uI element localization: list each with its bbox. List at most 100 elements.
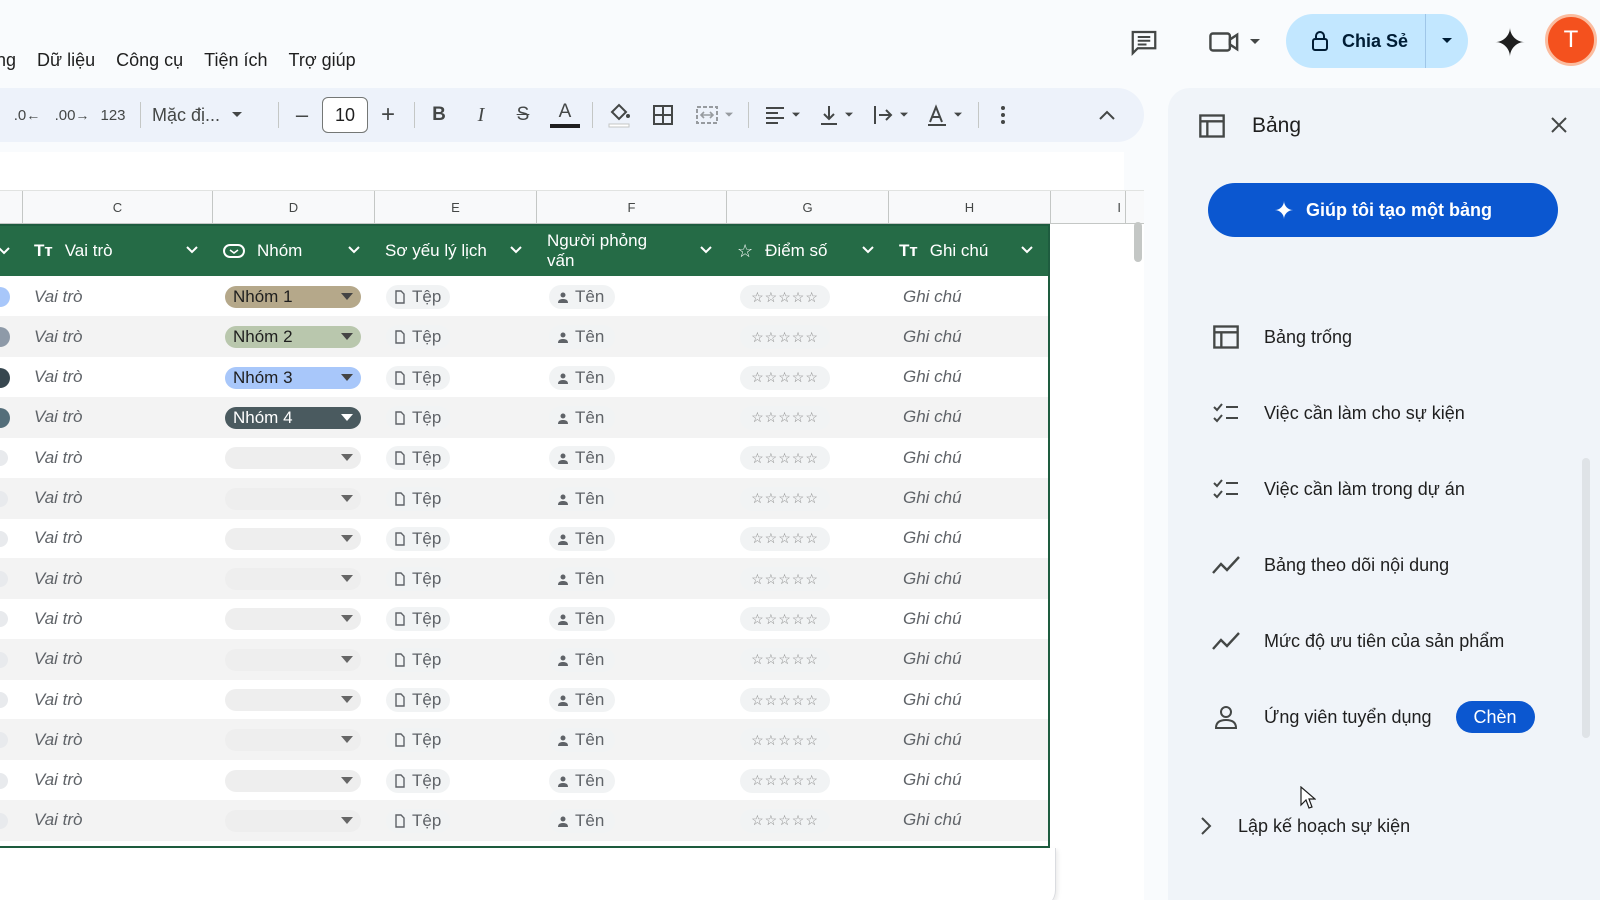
note-cell[interactable]: Ghi chú (903, 478, 962, 519)
group-dropdown[interactable]: Nhóm 1 (225, 286, 361, 308)
close-icon[interactable] (1548, 114, 1570, 141)
column-header-g[interactable]: G (727, 191, 889, 224)
star-rating[interactable]: ☆☆☆☆☆ (740, 446, 830, 471)
column-header-f[interactable]: F (537, 191, 727, 224)
star-rating[interactable]: ☆☆☆☆☆ (740, 567, 830, 592)
table-row[interactable]: Vai trò Nhóm 1 Tệp Tên ☆☆☆☆☆ Ghi chú (0, 276, 1048, 317)
template-project-todo[interactable]: Việc cần làm trong dự án (1208, 469, 1465, 509)
note-cell[interactable]: Ghi chú (903, 598, 962, 639)
vertical-align-icon[interactable] (814, 88, 860, 142)
table-header-group[interactable]: Nhóm (223, 226, 375, 276)
table-header-score[interactable]: ☆ Điểm số (737, 226, 889, 276)
panel-scrollbar[interactable] (1582, 458, 1590, 738)
note-cell[interactable]: Ghi chú (903, 316, 962, 357)
table-row[interactable]: Vai trò Tệp Tên ☆☆☆☆☆ Ghi chú (0, 437, 1048, 478)
vertical-scrollbar[interactable] (1134, 222, 1142, 262)
table-row[interactable]: Vai trò Tệp Tên ☆☆☆☆☆ Ghi chú (0, 558, 1048, 600)
font-family-select[interactable]: Mặc đị... (152, 88, 264, 142)
file-chip[interactable]: Tệp (386, 607, 450, 632)
note-cell[interactable]: Ghi chú (903, 760, 962, 801)
role-cell[interactable]: Vai trò (34, 397, 83, 438)
merge-cells-icon[interactable] (690, 88, 740, 142)
role-cell[interactable]: Vai trò (34, 598, 83, 639)
note-cell[interactable]: Ghi chú (903, 276, 962, 317)
menu-item-data[interactable]: Dữ liệu (37, 50, 95, 71)
column-header-partial[interactable] (0, 191, 23, 224)
column-header-d[interactable]: D (213, 191, 375, 224)
table-row[interactable]: Vai trò Tệp Tên ☆☆☆☆☆ Ghi chú (0, 518, 1048, 559)
help-me-create-table-button[interactable]: Giúp tôi tạo một bảng (1208, 183, 1558, 237)
person-chip[interactable]: Tên (549, 405, 615, 430)
avatar[interactable]: T (1545, 14, 1597, 66)
file-chip[interactable]: Tệp (386, 446, 450, 471)
role-cell[interactable]: Vai trò (34, 639, 83, 680)
text-rotation-icon[interactable] (922, 88, 968, 142)
collapse-toolbar-icon[interactable] (1092, 88, 1122, 142)
role-cell[interactable]: Vai trò (34, 719, 83, 760)
number-format-button[interactable]: 123 (96, 88, 130, 142)
template-content-tracker[interactable]: Bảng theo dõi nội dung (1208, 545, 1449, 585)
role-cell[interactable]: Vai trò (34, 558, 83, 599)
person-chip[interactable]: Tên (549, 728, 615, 753)
star-rating[interactable]: ☆☆☆☆☆ (740, 647, 830, 672)
file-chip[interactable]: Tệp (386, 728, 450, 753)
note-cell[interactable]: Ghi chú (903, 437, 962, 478)
person-chip[interactable]: Tên (549, 647, 615, 672)
group-dropdown[interactable] (225, 568, 361, 591)
table-row[interactable]: Vai trò Tệp Tên ☆☆☆☆☆ Ghi chú (0, 598, 1048, 639)
note-cell[interactable]: Ghi chú (903, 639, 962, 680)
star-rating[interactable]: ☆☆☆☆☆ (740, 688, 830, 712)
person-chip[interactable]: Tên (549, 567, 615, 592)
role-cell[interactable]: Vai trò (34, 316, 83, 357)
note-cell[interactable]: Ghi chú (903, 397, 962, 438)
more-options-icon[interactable] (990, 88, 1016, 142)
group-dropdown[interactable] (225, 769, 361, 792)
file-chip[interactable]: Tệp (386, 365, 450, 390)
decrease-decimal-button[interactable]: .0 ← (10, 88, 44, 142)
group-dropdown[interactable] (225, 648, 361, 671)
note-cell[interactable]: Ghi chú (903, 518, 962, 559)
file-chip[interactable]: Tệp (386, 325, 450, 350)
file-chip[interactable]: Tệp (386, 647, 450, 672)
formula-bar[interactable] (0, 152, 1124, 190)
person-chip[interactable]: Tên (549, 446, 615, 471)
borders-icon[interactable] (646, 88, 680, 142)
table-row[interactable]: Vai trò Tệp Tên ☆☆☆☆☆ Ghi chú (0, 679, 1048, 720)
group-dropdown[interactable]: Nhóm 4 (225, 406, 361, 429)
file-chip[interactable]: Tệp (386, 285, 450, 309)
star-rating[interactable]: ☆☆☆☆☆ (740, 768, 830, 793)
role-cell[interactable]: Vai trò (34, 679, 83, 720)
template-product-priority[interactable]: Mức độ ưu tiên của sản phẩm (1208, 621, 1504, 661)
table-header-resume[interactable]: Sơ yếu lý lịch (385, 226, 537, 276)
column-header-h[interactable]: H (889, 191, 1051, 224)
text-wrapping-icon[interactable] (868, 88, 914, 142)
column-header-c[interactable]: C (23, 191, 213, 224)
role-cell[interactable]: Vai trò (34, 478, 83, 519)
share-dropdown[interactable] (1426, 36, 1468, 46)
star-rating[interactable]: ☆☆☆☆☆ (740, 728, 830, 753)
file-chip[interactable]: Tệp (386, 768, 450, 793)
person-chip[interactable]: Tên (549, 768, 615, 793)
file-chip[interactable]: Tệp (386, 526, 450, 551)
star-rating[interactable]: ☆☆☆☆☆ (740, 486, 830, 511)
star-rating[interactable]: ☆☆☆☆☆ (740, 285, 830, 309)
text-color-button[interactable]: A (548, 88, 582, 142)
group-dropdown[interactable] (225, 689, 361, 711)
increase-font-size-button[interactable]: + (374, 88, 402, 142)
decrease-font-size-button[interactable]: – (288, 88, 316, 142)
template-event-todo[interactable]: Việc cần làm cho sự kiện (1208, 393, 1465, 433)
table-header-interviewer[interactable]: Người phỏng vấn (547, 226, 727, 276)
note-cell[interactable]: Ghi chú (903, 558, 962, 599)
insert-button[interactable]: Chèn (1455, 701, 1535, 733)
table-row[interactable]: Vai trò Tệp Tên ☆☆☆☆☆ Ghi chú (0, 760, 1048, 801)
strikethrough-button[interactable]: S (508, 88, 538, 142)
role-cell[interactable]: Vai trò (34, 800, 83, 841)
group-dropdown[interactable] (225, 487, 361, 510)
file-chip[interactable]: Tệp (386, 567, 450, 592)
template-blank-table[interactable]: Bảng trống (1208, 317, 1352, 357)
group-dropdown[interactable]: Nhóm 2 (225, 326, 361, 349)
menu-item-extensions[interactable]: Tiện ích (204, 50, 267, 71)
person-chip[interactable]: Tên (549, 325, 615, 350)
fill-color-icon[interactable] (602, 88, 636, 142)
group-dropdown[interactable] (225, 809, 361, 832)
